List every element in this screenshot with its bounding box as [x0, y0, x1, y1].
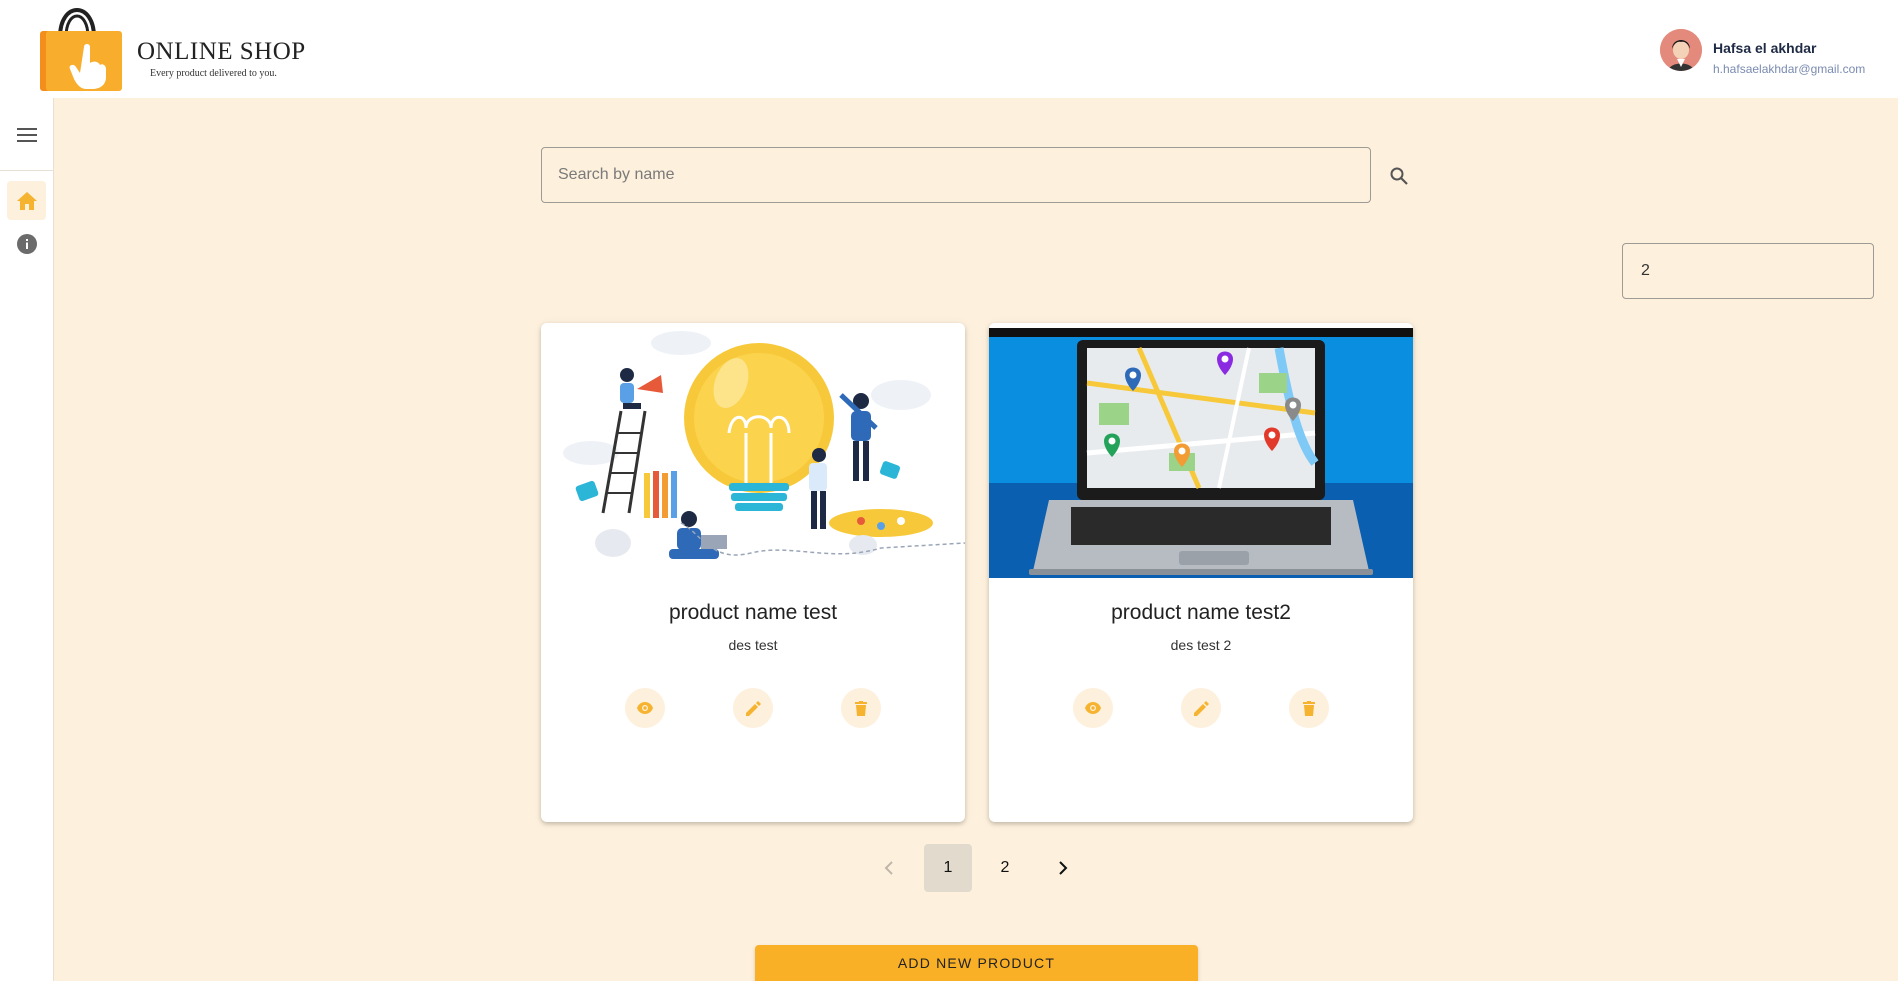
eye-icon — [637, 702, 653, 714]
brand-name: ONLINE SHOP — [137, 38, 306, 65]
sidebar — [0, 98, 54, 981]
product-card: product name test des test — [541, 323, 965, 822]
sidebar-item-info[interactable] — [12, 229, 42, 259]
page-button-1[interactable]: 1 — [924, 844, 972, 892]
view-product-button[interactable] — [1073, 688, 1113, 728]
user-name: Hafsa el akhdar — [1713, 40, 1817, 56]
edit-product-button[interactable] — [1181, 688, 1221, 728]
trash-icon — [1303, 700, 1315, 716]
product-description: des test 2 — [1170, 637, 1232, 653]
pencil-icon — [1193, 700, 1209, 716]
view-product-button[interactable] — [625, 688, 665, 728]
product-actions — [989, 688, 1413, 728]
chevron-right-icon — [1059, 861, 1068, 875]
product-card: product name test2 des test 2 — [989, 323, 1413, 822]
search-input[interactable] — [542, 148, 1370, 202]
page-size-field[interactable] — [1622, 243, 1874, 299]
next-page-button[interactable] — [1043, 844, 1083, 892]
product-description: des test — [728, 637, 778, 653]
sidebar-item-home[interactable] — [7, 181, 46, 220]
product-actions — [541, 688, 965, 728]
product-title: product name test — [668, 601, 838, 624]
product-image-ideas — [541, 323, 965, 583]
pencil-icon — [745, 700, 761, 716]
menu-icon — [17, 128, 37, 142]
search-field[interactable] — [541, 147, 1371, 203]
avatar[interactable] — [1660, 29, 1702, 71]
trash-icon — [855, 700, 867, 716]
product-image-map-laptop — [989, 323, 1413, 583]
info-icon — [17, 234, 37, 254]
menu-button[interactable] — [12, 120, 42, 150]
delete-product-button[interactable] — [1289, 688, 1329, 728]
page-size-input[interactable] — [1623, 244, 1873, 298]
user-email: h.hafsaelakhdar@gmail.com — [1713, 62, 1866, 76]
home-icon — [16, 191, 37, 210]
brand-tagline: Every product delivered to you. — [150, 68, 277, 79]
search-icon — [1390, 167, 1408, 185]
eye-icon — [1085, 702, 1101, 714]
chevron-left-icon — [884, 861, 893, 875]
add-new-product-button[interactable]: ADD NEW PRODUCT — [755, 945, 1198, 981]
top-bar: ONLINE SHOP Every product delivered to y… — [0, 0, 1898, 98]
page-button-2[interactable]: 2 — [981, 844, 1029, 892]
delete-product-button[interactable] — [841, 688, 881, 728]
product-title: product name test2 — [1111, 601, 1291, 624]
edit-product-button[interactable] — [733, 688, 773, 728]
sidebar-divider — [0, 170, 53, 171]
shop-bag-logo[interactable] — [38, 3, 124, 93]
prev-page-button[interactable] — [869, 844, 909, 892]
search-button[interactable] — [1384, 161, 1414, 191]
